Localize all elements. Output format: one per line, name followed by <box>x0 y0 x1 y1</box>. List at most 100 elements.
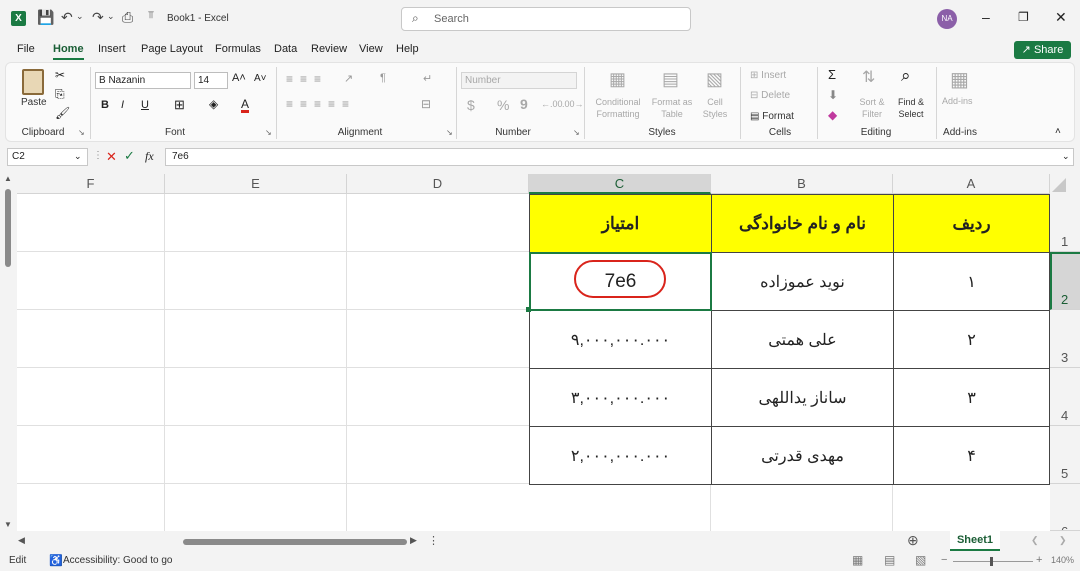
cell-b4[interactable]: ساناز یداللهی <box>711 368 894 427</box>
underline-button[interactable]: U <box>141 99 149 111</box>
customize-qat-icon[interactable]: ⫪ <box>148 10 154 21</box>
tab-scroll-right-icon[interactable]: ❯ <box>1059 535 1067 546</box>
vertical-scrollbar[interactable]: ▲ ▼ <box>0 174 17 531</box>
zoom-in-icon[interactable]: + <box>1036 554 1042 566</box>
column-header-e[interactable]: E <box>165 174 347 194</box>
cell-a5[interactable]: ۴ <box>893 426 1050 485</box>
avatar[interactable]: NA <box>937 9 957 29</box>
number-format-select[interactable]: Number <box>461 72 577 89</box>
cell-styles-icon[interactable]: ▧ <box>706 69 723 90</box>
page-break-view-icon[interactable]: ▧ <box>915 553 926 567</box>
page-layout-view-icon[interactable]: ▤ <box>884 553 895 567</box>
scroll-down-icon[interactable]: ▼ <box>4 520 12 529</box>
insert-cells-button[interactable]: ⊞ Insert <box>750 70 786 81</box>
increase-font-icon[interactable]: A˄ <box>232 72 246 84</box>
tab-insert[interactable]: Insert <box>98 43 126 55</box>
row-header-4[interactable]: 4 <box>1050 368 1080 426</box>
tab-data[interactable]: Data <box>274 43 297 55</box>
comma-style-button[interactable]: 9 <box>520 96 528 112</box>
column-header-d[interactable]: D <box>347 174 529 194</box>
cell-c3[interactable]: ۹,۰۰۰,۰۰۰.۰۰۰ <box>529 310 712 369</box>
horizontal-align-icons[interactable]: ≡≡≡≡≡ <box>286 97 356 111</box>
tab-formulas[interactable]: Formulas <box>215 43 261 55</box>
scroll-left-icon[interactable]: ◀ <box>18 535 25 546</box>
text-direction-icon[interactable]: ¶ <box>380 72 386 84</box>
cell-c4[interactable]: ۳,۰۰۰,۰۰۰.۰۰۰ <box>529 368 712 427</box>
tab-review[interactable]: Review <box>311 43 347 55</box>
select-all-triangle-icon[interactable] <box>1052 178 1066 192</box>
empty-cells-region[interactable] <box>17 194 529 531</box>
percent-button[interactable]: % <box>497 97 509 113</box>
tab-scroll-left-icon[interactable]: ❮ <box>1031 535 1039 546</box>
cell-b3[interactable]: علی همتی <box>711 310 894 369</box>
conditional-formatting-button[interactable]: Conditional Formatting <box>591 96 645 120</box>
column-header-f[interactable]: F <box>17 174 165 194</box>
row-header-1[interactable]: 1 <box>1050 194 1080 252</box>
find-select-button[interactable]: Find & Select <box>893 96 929 120</box>
cell-a2[interactable]: ۱ <box>893 252 1050 311</box>
autosum-icon[interactable]: Σ <box>828 67 836 82</box>
tab-view[interactable]: View <box>359 43 383 55</box>
format-cells-button[interactable]: ▤ Format <box>750 111 794 122</box>
scroll-right-icon[interactable]: ▶ <box>410 535 417 546</box>
more-sheets-icon[interactable]: ⋮ <box>428 534 439 547</box>
more-options-icon[interactable]: ⋮ <box>93 150 103 161</box>
cell-styles-button[interactable]: Cell Styles <box>697 96 733 120</box>
tab-page-layout[interactable]: Page Layout <box>141 43 203 55</box>
zoom-slider[interactable] <box>953 561 1033 562</box>
save-icon[interactable]: 💾 <box>37 9 54 26</box>
fill-handle[interactable] <box>526 307 531 312</box>
name-box-dropdown-icon[interactable]: ⌄ <box>74 151 82 162</box>
scroll-up-icon[interactable]: ▲ <box>4 174 12 183</box>
font-launcher-icon[interactable]: ↘ <box>265 128 272 137</box>
add-ins-icon[interactable]: ▦ <box>950 67 969 92</box>
restore-icon[interactable]: ❐ <box>1018 10 1029 24</box>
row-header-2[interactable]: 2 <box>1050 252 1080 310</box>
font-name-select[interactable]: B Nazanin <box>95 72 191 89</box>
cell-c1[interactable]: امتیاز <box>529 194 712 253</box>
italic-button[interactable]: I <box>121 99 124 111</box>
increase-decimal-icon[interactable]: ←.00 <box>541 99 563 109</box>
insert-function-button[interactable]: fx <box>145 149 154 164</box>
zoom-out-icon[interactable]: − <box>941 554 947 566</box>
paste-icon[interactable] <box>22 69 44 95</box>
sheet-tab-sheet1[interactable]: Sheet1 <box>950 531 1000 551</box>
collapse-ribbon-icon[interactable]: ˄ <box>1055 126 1061 137</box>
cell-b2[interactable]: نوید عموزاده <box>711 252 894 311</box>
vertical-scroll-thumb[interactable] <box>5 189 11 267</box>
tab-help[interactable]: Help <box>396 43 419 55</box>
print-preview-icon[interactable]: ⎙ <box>122 9 133 26</box>
font-size-select[interactable]: 14 <box>194 72 228 89</box>
new-sheet-icon[interactable]: ⊕ <box>907 532 919 549</box>
empty-cells-row-6[interactable] <box>529 484 1050 531</box>
search-box[interactable]: Search <box>401 7 691 31</box>
minimize-icon[interactable]: – <box>982 9 990 25</box>
formula-input[interactable]: 7e6 <box>165 148 1074 166</box>
share-button[interactable]: ↗ Share <box>1014 41 1071 59</box>
format-as-table-button[interactable]: Format as Table <box>650 96 694 120</box>
zoom-slider-thumb[interactable] <box>990 557 993 566</box>
orientation-icon[interactable]: ↗ <box>344 72 353 85</box>
cut-icon[interactable]: ✂ <box>55 68 65 82</box>
merge-center-icon[interactable]: ⊟ <box>421 97 431 111</box>
cancel-icon[interactable]: ✕ <box>106 149 117 165</box>
alignment-launcher-icon[interactable]: ↘ <box>446 128 453 137</box>
cell-a3[interactable]: ۲ <box>893 310 1050 369</box>
column-header-b[interactable]: B <box>711 174 893 194</box>
cell-b5[interactable]: مهدی قدرتی <box>711 426 894 485</box>
row-header-5[interactable]: 5 <box>1050 426 1080 484</box>
column-header-a[interactable]: A <box>893 174 1050 194</box>
normal-view-icon[interactable]: ▦ <box>852 553 863 567</box>
undo-icon[interactable]: ↶ <box>61 9 73 26</box>
tab-home[interactable]: Home <box>53 43 84 60</box>
row-header-3[interactable]: 3 <box>1050 310 1080 368</box>
horizontal-scroll-thumb[interactable] <box>183 539 407 545</box>
redo-icon[interactable]: ↷ <box>92 9 104 26</box>
cell-c5[interactable]: ۲,۰۰۰,۰۰۰.۰۰۰ <box>529 426 712 485</box>
clipboard-launcher-icon[interactable]: ↘ <box>78 128 85 137</box>
format-as-table-icon[interactable]: ▤ <box>662 69 679 90</box>
sort-filter-button[interactable]: Sort & Filter <box>855 96 889 120</box>
copy-icon[interactable]: ⎘ <box>55 87 65 102</box>
vertical-align-icons[interactable]: ≡≡≡ <box>286 72 328 86</box>
font-color-icon[interactable]: A <box>241 98 250 113</box>
